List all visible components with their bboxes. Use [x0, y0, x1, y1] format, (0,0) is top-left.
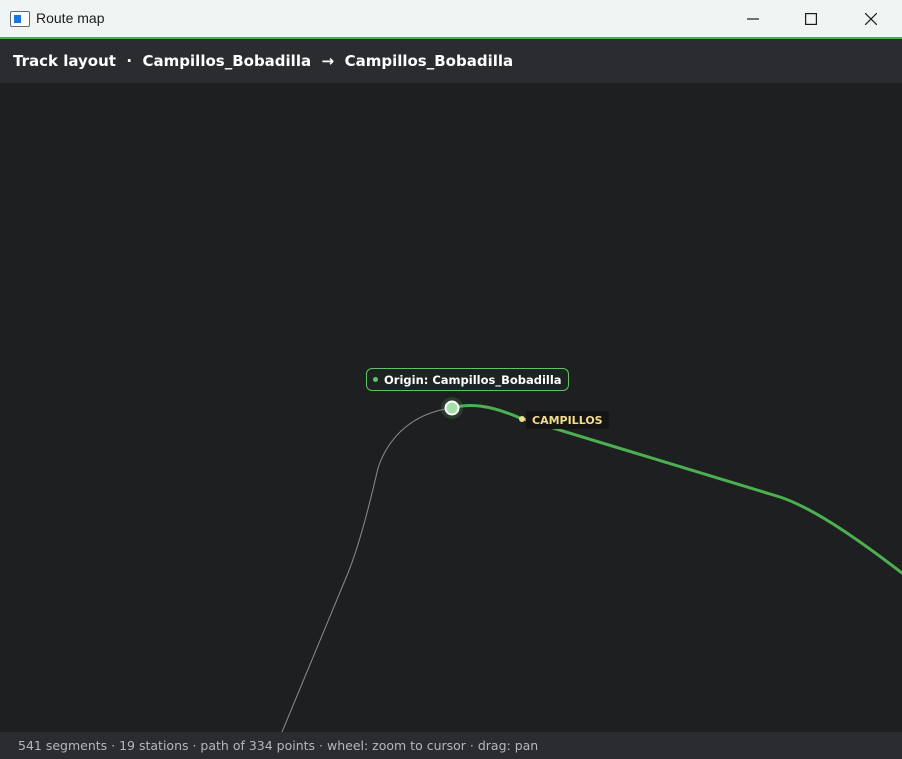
- window-titlebar: Route map: [0, 0, 902, 39]
- map-canvas[interactable]: Origin: Campillos_Bobadilla CAMPILLOS: [0, 83, 902, 732]
- header-origin: Campillos_Bobadilla: [142, 52, 312, 70]
- maximize-icon: [805, 12, 817, 25]
- route-path: [450, 403, 902, 575]
- route-header: Track layout · Campillos_Bobadilla → Cam…: [0, 39, 902, 83]
- status-bar: 541 segments · 19 stations · path of 334…: [0, 732, 902, 759]
- track-line: [281, 407, 453, 732]
- close-button[interactable]: [842, 0, 900, 37]
- station-label: CAMPILLOS: [526, 411, 609, 429]
- origin-label-text: Origin: Campillos_Bobadilla: [384, 372, 562, 387]
- window-title: Route map: [36, 10, 105, 26]
- close-icon: [865, 12, 877, 25]
- station-marker-campillos[interactable]: [519, 416, 525, 422]
- minimize-button[interactable]: [724, 0, 782, 37]
- header-destination: Campillos_Bobadilla: [344, 52, 514, 70]
- header-arrow: →: [321, 52, 335, 70]
- track-layout-svg: [281, 397, 902, 732]
- origin-dot-icon: [373, 377, 378, 382]
- maximize-button[interactable]: [782, 0, 840, 37]
- minimize-icon: [747, 17, 759, 20]
- app-icon: [10, 11, 30, 27]
- header-prefix: Track layout: [13, 52, 116, 70]
- origin-label: Origin: Campillos_Bobadilla: [366, 368, 569, 391]
- origin-marker[interactable]: [444, 400, 460, 416]
